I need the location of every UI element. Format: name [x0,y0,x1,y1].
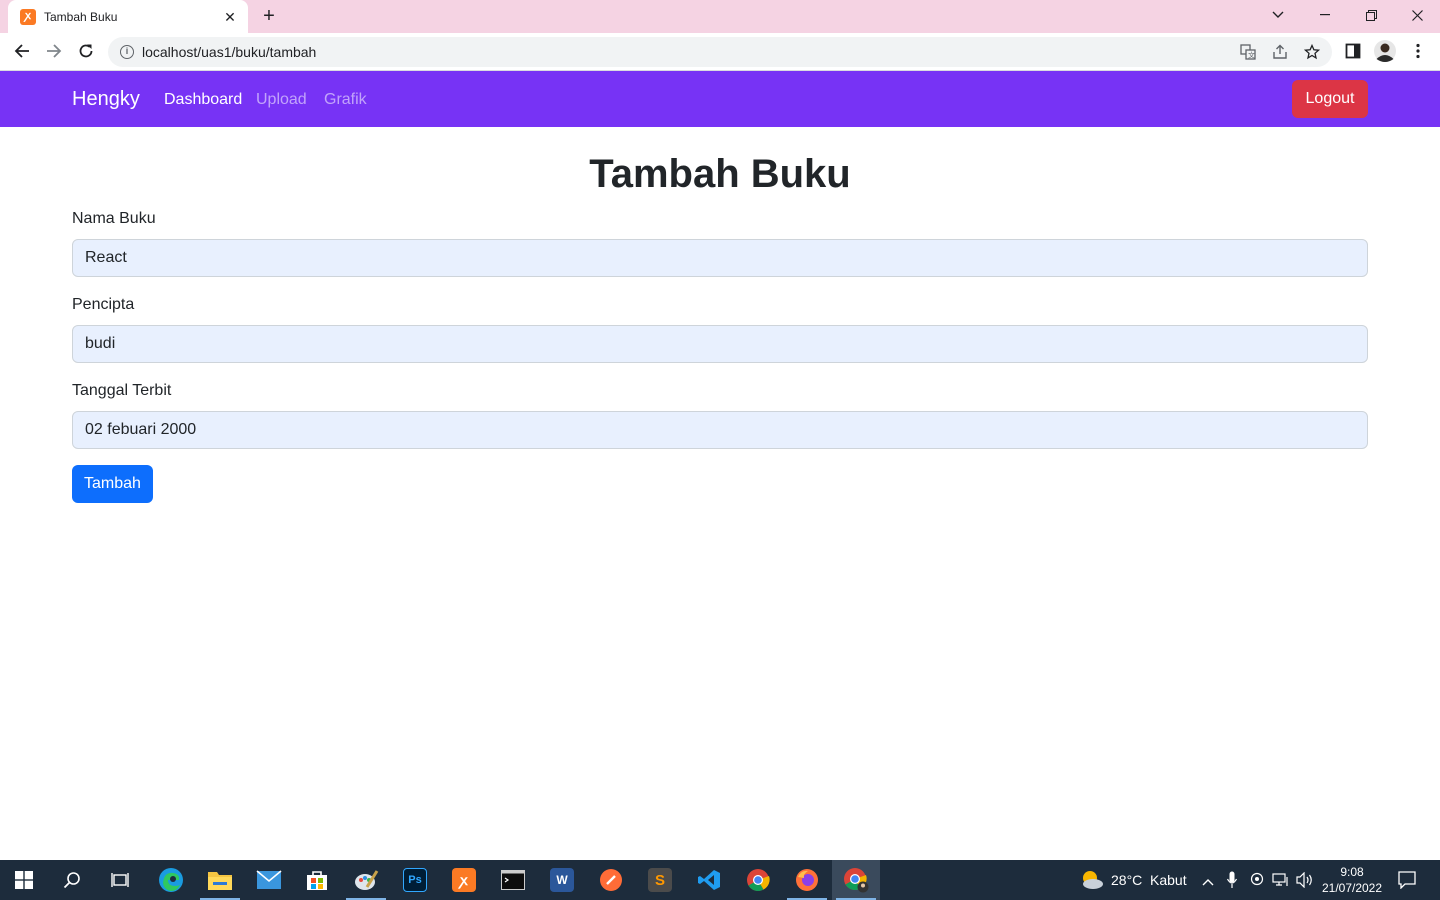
postman-icon[interactable] [587,860,635,900]
store-icon[interactable] [293,860,341,900]
weather-temp[interactable]: 28°C [1111,872,1142,888]
nav-link-grafik[interactable]: Grafik [324,91,367,109]
network-icon[interactable] [1272,873,1290,892]
site-info-icon[interactable]: i [120,45,134,59]
paint-icon[interactable] [342,860,390,900]
volume-icon[interactable] [1296,871,1314,893]
tanggal-terbit-input[interactable] [72,411,1368,449]
address-url: localhost/uas1/buku/tambah [142,44,317,60]
forward-arrow-icon[interactable] [40,37,68,65]
nama-buku-label: Nama Buku [72,210,156,227]
restore-icon[interactable] [1348,0,1394,30]
browser-toolbar: i localhost/uas1/buku/tambah 文 [0,33,1440,71]
logout-button[interactable]: Logout [1292,80,1368,118]
file-explorer-icon[interactable] [196,860,244,900]
app-navbar: Hengky Dashboard Upload Grafik Logout [0,71,1440,127]
start-icon[interactable] [0,860,48,900]
side-panel-icon[interactable] [1340,38,1366,64]
location-icon[interactable] [1250,872,1264,893]
nav-link-upload[interactable]: Upload [256,91,307,109]
search-icon[interactable] [48,860,96,900]
clock-date: 21/07/2022 [1321,881,1383,895]
svg-text:文: 文 [1248,51,1255,60]
microphone-icon[interactable] [1226,871,1238,894]
minimize-icon[interactable] [1302,0,1348,30]
close-tab-icon[interactable]: ✕ [222,10,238,24]
navbar-brand[interactable]: Hengky [72,88,140,111]
address-bar[interactable]: i localhost/uas1/buku/tambah 文 [108,37,1332,67]
chrome-menu-icon[interactable] [1405,38,1431,64]
tambah-button[interactable]: Tambah [72,465,153,503]
clock-time: 9:08 [1340,865,1364,879]
tab-title: Tambah Buku [44,9,118,24]
chevron-up-icon[interactable] [1202,873,1214,891]
mail-icon[interactable] [245,860,293,900]
tab-search-icon[interactable] [1255,0,1301,30]
edge-icon[interactable] [147,860,195,900]
weather-desc[interactable]: Kabut [1150,872,1187,888]
nav-link-dashboard[interactable]: Dashboard [164,91,242,109]
reload-icon[interactable] [72,37,100,65]
task-view-icon[interactable] [96,860,144,900]
word-icon[interactable]: W [538,860,586,900]
back-arrow-icon[interactable] [8,37,36,65]
sublime-icon[interactable]: S [636,860,684,900]
xampp-icon[interactable]: ꭗ [440,860,488,900]
bookmark-star-icon[interactable] [1304,44,1320,60]
notification-icon[interactable] [1398,871,1416,894]
tanggal-terbit-label: Tanggal Terbit [72,382,172,399]
pencipta-label: Pencipta [72,296,135,313]
window-close-icon[interactable] [1394,0,1440,30]
share-icon[interactable] [1272,44,1288,60]
weather-icon[interactable] [1080,869,1104,896]
chrome-icon[interactable] [734,860,782,900]
profile-avatar[interactable] [1372,38,1398,64]
chrome-profile-icon[interactable] [832,860,880,900]
taskbar-clock[interactable]: 9:08 21/07/2022 [1318,864,1386,896]
pencipta-input[interactable] [72,325,1368,363]
new-tab-icon[interactable]: + [258,6,280,28]
browser-tab[interactable]: ꭗ Tambah Buku ✕ [8,0,248,33]
vscode-icon[interactable] [685,860,733,900]
xampp-icon: ꭗ [20,8,36,25]
translate-icon[interactable]: 文 [1240,44,1256,60]
browser-tab-strip: ꭗ Tambah Buku ✕ + [0,0,1440,33]
windows-taskbar: Ps ꭗ W S 28°C Kabut 9:08 21/07/2022 [0,860,1440,900]
photoshop-icon[interactable]: Ps [391,860,439,900]
page-title: Tambah Buku [589,152,851,196]
firefox-icon[interactable] [783,860,831,900]
terminal-icon[interactable] [489,860,537,900]
nama-buku-input[interactable] [72,239,1368,277]
